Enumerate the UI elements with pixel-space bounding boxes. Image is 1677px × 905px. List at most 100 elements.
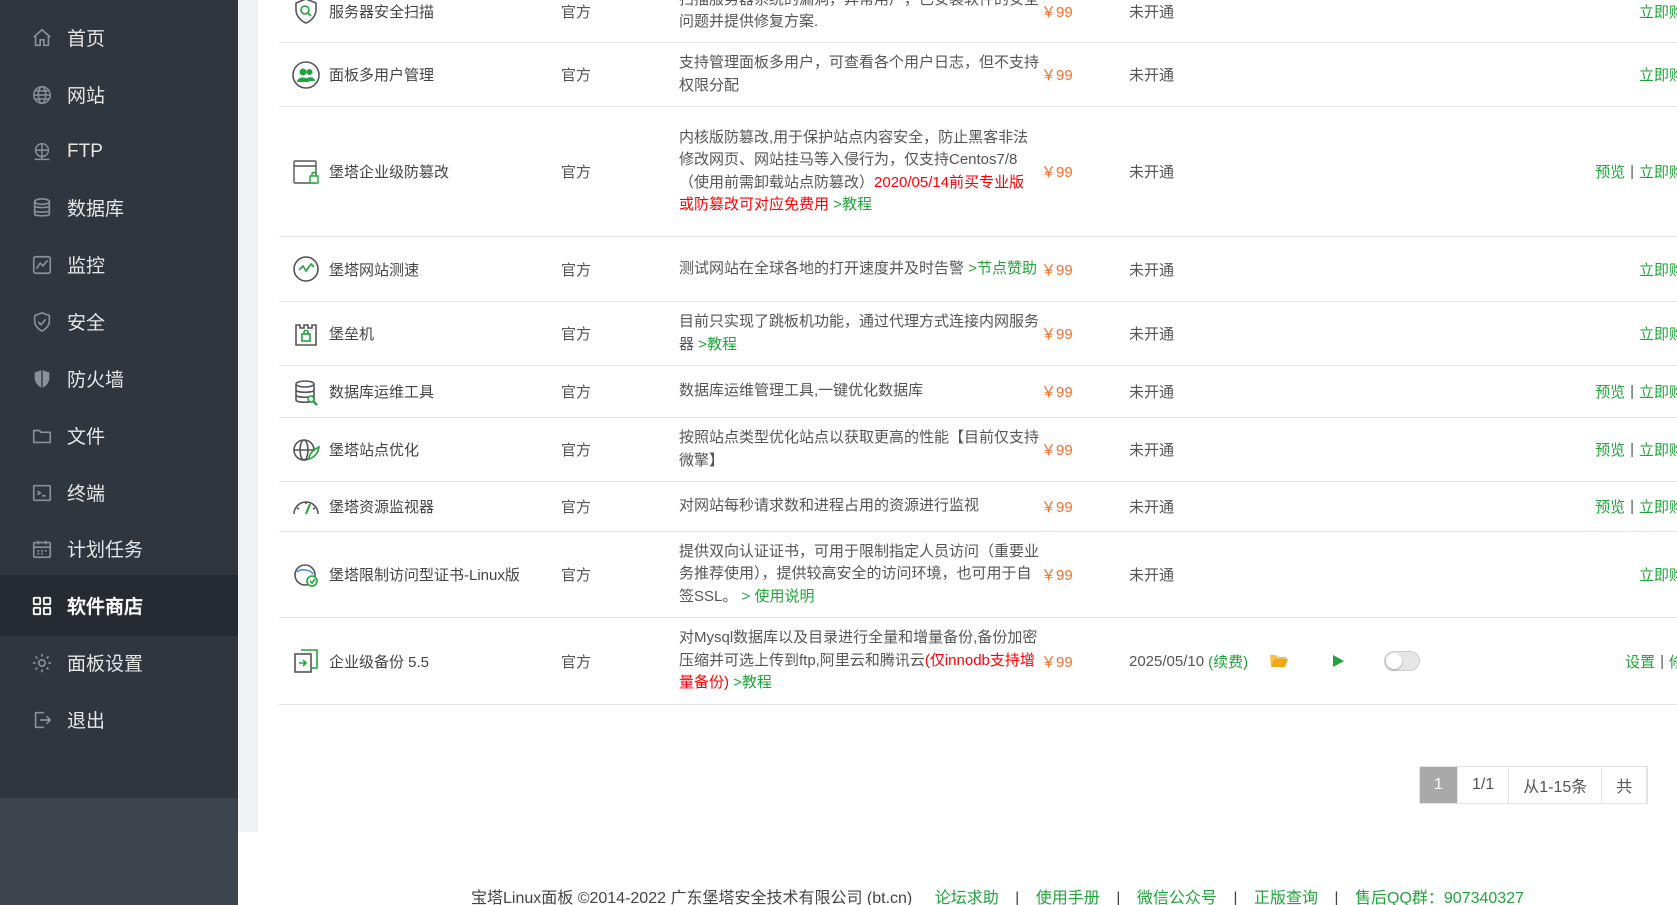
plugin-desc-text: 扫描服务器系统的漏洞，异常用户，已安装软件的安全问题并提供修复方案. [679,0,1039,30]
plugin-op-button[interactable]: 预览 [1595,496,1625,517]
plugin-name-cell: 堡塔限制访问型证书-Linux版 [291,532,551,617]
sidebar-item-6[interactable]: 防火墙 [0,348,238,409]
plugin-expire: 未开通 [1129,384,1175,401]
sidebar-item-1[interactable]: 网站 [0,64,238,125]
plugin-op-button[interactable]: 立即购买 [1639,381,1677,402]
plugin-op-button[interactable]: 立即购买 [1639,259,1677,280]
plugin-name: 数据库运维工具 [329,384,435,401]
page-total: 共 [1602,767,1648,803]
plugin-expire-cell: 未开通 [1129,532,1289,617]
gauge-icon [291,492,321,522]
gear-icon [31,652,53,674]
plugin-desc-text: 对网站每秒请求数和进程占用的资源进行监视 [679,497,980,515]
plugin-name: 堡塔企业级防篡改 [329,164,450,181]
plugin-developer: 官方 [561,261,592,279]
plugin-expire-cell: 未开通 [1129,418,1289,481]
plugin-expire-cell: 未开通 [1129,43,1289,106]
home-icon [31,27,53,49]
footer-link-manual[interactable]: 使用手册 [1036,890,1100,905]
plugin-price: ￥99 [1041,567,1073,584]
site-optimize-icon [291,435,321,465]
play-icon[interactable] [1331,618,1345,704]
shield-scan-icon [291,0,321,26]
footer-link-forum[interactable]: 论坛求助 [935,890,999,905]
plugin-ops: 设置 | 修复 [1299,618,1677,704]
footer-link-verify[interactable]: 正版查询 [1254,890,1318,905]
plugin-ops: 预览 | 立即购买 [1299,418,1677,481]
table-row: 堡塔企业级防篡改 官方 内核版防篡改,用于保护站点内容安全，防止黑客非法修改网页、网… [279,107,1677,237]
sidebar-item-3[interactable]: 数据库 [0,177,238,238]
ops-separator: | [1630,383,1634,400]
plugin-op-button[interactable]: 立即购买 [1639,1,1677,22]
sidebar-item-label: 退出 [67,711,106,732]
folder-open-icon[interactable] [1269,618,1289,704]
renew-link[interactable]: (续费) [1208,651,1248,672]
sidebar-item-12[interactable]: 退出 [0,689,238,750]
plugin-op-button[interactable]: 预览 [1595,381,1625,402]
calendar-icon [31,538,53,560]
ops-separator: | [1660,652,1664,670]
bastion-icon [291,319,321,349]
toggle-switch[interactable] [1384,618,1420,704]
plugin-price: ￥99 [1041,653,1073,671]
plugin-name: 企业级备份 5.5 [329,653,430,671]
globe-icon [31,84,53,106]
sidebar-item-label: 网站 [67,86,106,107]
plugin-name: 堡垒机 [329,326,375,343]
plugin-price: ￥99 [1041,3,1073,21]
plugin-op-button[interactable]: 预览 [1595,161,1625,182]
plugin-op-button[interactable]: 立即购买 [1639,564,1677,585]
plugin-developer: 官方 [561,653,592,671]
plugin-description: 扫描服务器系统的漏洞，异常用户，已安装软件的安全问题并提供修复方案. [679,0,1039,42]
plugin-price: ￥99 [1041,261,1073,279]
footer-link-qq[interactable]: 售后QQ群：907340327 [1355,890,1524,905]
plugin-desc-link[interactable]: >教程 [729,674,772,691]
plugin-desc-link[interactable]: >教程 [694,336,737,353]
sidebar-item-0[interactable]: 首页 [0,7,238,68]
plugin-ops: 立即购买 [1299,237,1677,301]
plugin-op-button[interactable]: 立即购买 [1639,323,1677,344]
plugin-description: 按照站点类型优化站点以获取更高的性能【目前仅支持微擎】 [679,418,1039,481]
plugin-op-button[interactable]: 修复 [1669,651,1677,672]
sidebar-item-5[interactable]: 安全 [0,291,238,352]
sidebar-item-9[interactable]: 计划任务 [0,518,238,579]
plugin-developer: 官方 [561,499,592,516]
plugin-description: 内核版防篡改,用于保护站点内容安全，防止黑客非法修改网页、网站挂马等入侵行为，仅… [679,107,1039,236]
sidebar-item-4[interactable]: 监控 [0,234,238,295]
page-count: 1/1 [1458,767,1510,803]
sidebar-item-8[interactable]: 终端 [0,462,238,523]
plugin-op-button[interactable]: 立即购买 [1639,439,1677,460]
footer-link-wechat[interactable]: 微信公众号 [1137,890,1217,905]
sidebar-item-10[interactable]: 软件商店 [0,575,238,636]
table-row: 堡塔限制访问型证书-Linux版 官方 提供双向认证证书，可用于限制指定人员访问（重… [279,532,1677,618]
ops-separator: | [1630,498,1634,515]
database-icon [31,197,53,219]
plugin-ops: 预览 | 立即购买 [1299,366,1677,417]
table-row: 堡塔网站测速 官方 测试网站在全球各地的打开速度并及时告警 >节点赞助 ￥99 未开通 立… [279,237,1677,302]
table-row: 数据库运维工具 官方 数据库运维管理工具,一键优化数据库 ￥99 未开通 预览 | 立即购买 [279,366,1677,418]
sidebar-item-11[interactable]: 面板设置 [0,632,238,693]
plugin-expire-cell: 未开通 [1129,302,1289,365]
plugin-op-button[interactable]: 立即购买 [1639,64,1677,85]
sidebar-item-2[interactable]: FTP [0,121,238,182]
plugin-desc-link[interactable]: >节点赞助 [964,260,1037,277]
page-current-button[interactable]: 1 [1420,767,1458,803]
plugin-desc-link[interactable]: > 使用说明 [737,588,815,605]
plugin-description: 数据库运维管理工具,一键优化数据库 [679,366,1039,417]
plugin-expire-cell: 2025/05/10 (续费) [1129,618,1289,704]
plugin-name-cell: 堡塔企业级防篡改 [291,107,551,236]
table-row: 堡塔资源监视器 官方 对网站每秒请求数和进程占用的资源进行监视 ￥99 未开通 预览 | 立即… [279,482,1677,532]
plugin-op-button[interactable]: 立即购买 [1639,161,1677,182]
plugin-op-button[interactable]: 立即购买 [1639,496,1677,517]
plugin-developer: 官方 [561,164,592,181]
sidebar-item-label: 面板设置 [67,654,144,675]
plugin-desc-link[interactable]: >教程 [829,196,872,213]
plugin-op-button[interactable]: 设置 [1625,651,1655,672]
plugin-expire: 未开通 [1129,326,1175,343]
folder-icon [31,425,53,447]
footer-copyright: 宝塔Linux面板 ©2014-2022 广东堡塔安全技术有限公司 (bt.cn… [471,890,913,905]
sidebar-item-7[interactable]: 文件 [0,405,238,466]
page-range: 从1-15条 [1509,767,1603,803]
plugin-op-button[interactable]: 预览 [1595,439,1625,460]
main-area: 服务器安全扫描官方扫描服务器系统的漏洞，异常用户，已安装软件的安全问题并提供修复… [238,0,1677,905]
